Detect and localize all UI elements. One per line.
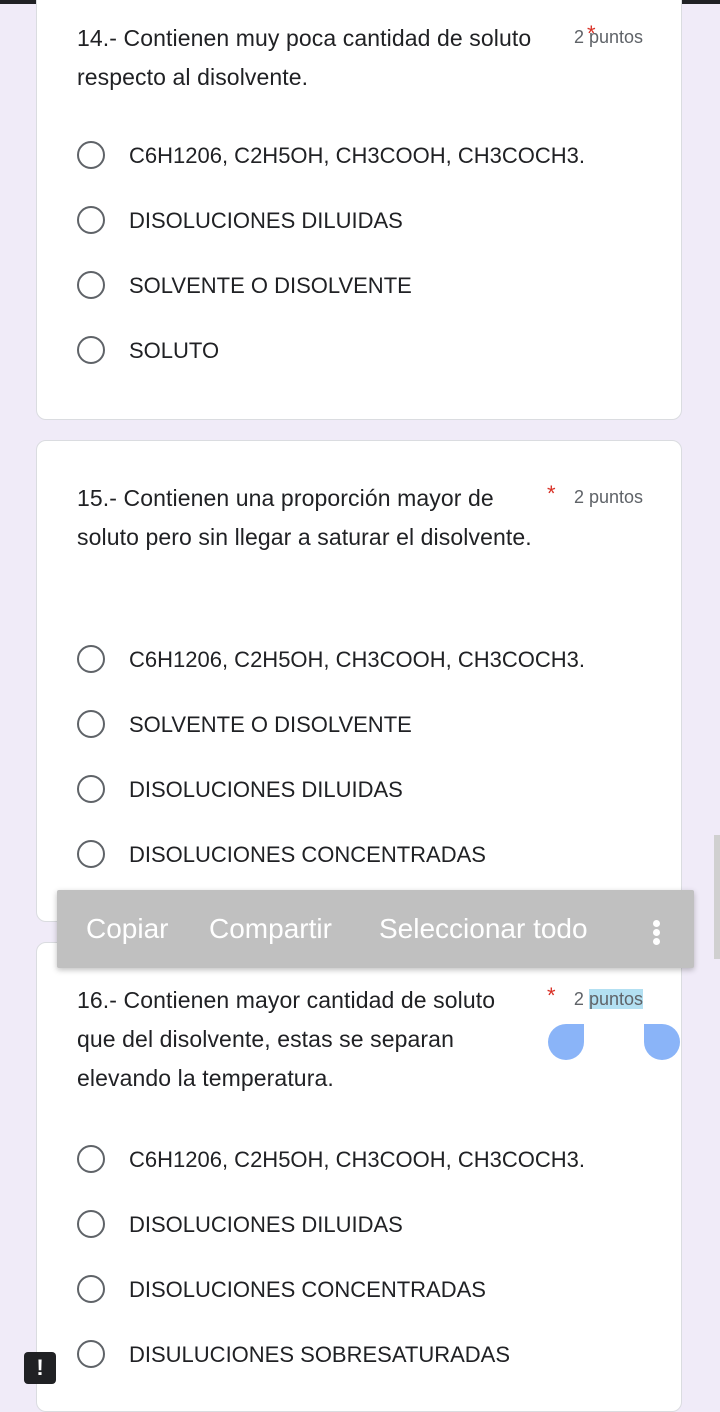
- more-vert-icon[interactable]: [653, 920, 661, 945]
- question-title: 16.- Contienen mayor cantidad de soluto …: [77, 987, 496, 1091]
- option-label: C6H1206, C2H5OH, CH3COOH, CH3COCH3.: [129, 1147, 586, 1172]
- option-radio[interactable]: DISULUCIONES SOBRESATURADAS: [77, 1340, 657, 1376]
- option-radio[interactable]: DISOLUCIONES DILUIDAS: [77, 775, 657, 811]
- option-radio[interactable]: C6H1206, C2H5OH, CH3COOH, CH3COCH3.: [77, 141, 657, 177]
- question-card-16: 16.- Contienen mayor cantidad de soluto …: [36, 942, 682, 1412]
- select-all-menu-item[interactable]: Seleccionar todo: [379, 912, 588, 946]
- radio-button[interactable]: [77, 1275, 105, 1303]
- option-radio[interactable]: C6H1206, C2H5OH, CH3COOH, CH3COCH3.: [77, 645, 657, 681]
- option-label: SOLVENTE O DISOLVENTE: [129, 712, 412, 737]
- question-title: 15.- Contienen una proporción mayor de s…: [77, 485, 532, 550]
- option-radio[interactable]: SOLVENTE O DISOLVENTE: [77, 710, 657, 746]
- radio-button[interactable]: [77, 1340, 105, 1368]
- radio-button[interactable]: [77, 1210, 105, 1238]
- radio-button[interactable]: [77, 645, 105, 673]
- radio-button[interactable]: [77, 1145, 105, 1173]
- radio-button[interactable]: [77, 336, 105, 364]
- scrollbar[interactable]: [714, 835, 720, 959]
- option-label: DISOLUCIONES DILUIDAS: [129, 1212, 403, 1237]
- required-asterisk: *: [547, 481, 556, 506]
- option-label: SOLVENTE O DISOLVENTE: [129, 273, 412, 298]
- option-label: C6H1206, C2H5OH, CH3COOH, CH3COCH3.: [129, 647, 586, 672]
- option-label: DISOLUCIONES CONCENTRADAS: [129, 842, 486, 867]
- selection-handle-end[interactable]: [644, 1024, 680, 1060]
- option-label: DISULUCIONES SOBRESATURADAS: [129, 1342, 511, 1367]
- option-radio[interactable]: SOLUTO: [77, 336, 657, 372]
- option-radio[interactable]: DISOLUCIONES DILUIDAS: [77, 1210, 657, 1246]
- option-label: DISOLUCIONES CONCENTRADAS: [129, 1277, 486, 1302]
- share-menu-item[interactable]: Compartir: [209, 912, 332, 946]
- text-selection-menu: Copiar Compartir Seleccionar todo: [57, 890, 694, 968]
- radio-button[interactable]: [77, 271, 105, 299]
- radio-button[interactable]: [77, 775, 105, 803]
- radio-button[interactable]: [77, 710, 105, 738]
- option-label: DISOLUCIONES DILUIDAS: [129, 208, 403, 233]
- points-label: 2 puntos: [573, 27, 643, 47]
- option-radio[interactable]: C6H1206, C2H5OH, CH3COOH, CH3COCH3.: [77, 1145, 657, 1181]
- radio-button[interactable]: [77, 206, 105, 234]
- question-title: 14.- Contienen muy poca cantidad de solu…: [77, 25, 532, 90]
- radio-button[interactable]: [77, 840, 105, 868]
- points-number: 2: [573, 989, 584, 1009]
- selected-text[interactable]: puntos: [588, 989, 643, 1009]
- points-label: 2 puntos: [574, 989, 643, 1010]
- alert-icon[interactable]: !: [24, 1352, 56, 1384]
- option-label: DISOLUCIONES DILUIDAS: [129, 777, 403, 802]
- question-card-15: 15.- Contienen una proporción mayor de s…: [36, 440, 682, 922]
- option-label: C6H1206, C2H5OH, CH3COOH, CH3COCH3.: [129, 143, 586, 168]
- option-radio[interactable]: SOLVENTE O DISOLVENTE: [77, 271, 657, 307]
- option-radio[interactable]: DISOLUCIONES DILUIDAS: [77, 206, 657, 242]
- option-radio[interactable]: DISOLUCIONES CONCENTRADAS: [77, 840, 657, 876]
- copy-menu-item[interactable]: Copiar: [86, 912, 168, 946]
- option-label: SOLUTO: [129, 338, 220, 363]
- selection-handle-start[interactable]: [548, 1024, 584, 1060]
- option-radio[interactable]: DISOLUCIONES CONCENTRADAS: [77, 1275, 657, 1311]
- required-asterisk: *: [547, 983, 556, 1008]
- question-card-14: 14.- Contienen muy poca cantidad de solu…: [36, 0, 682, 420]
- radio-button[interactable]: [77, 141, 105, 169]
- points-label: 2 puntos: [573, 487, 643, 507]
